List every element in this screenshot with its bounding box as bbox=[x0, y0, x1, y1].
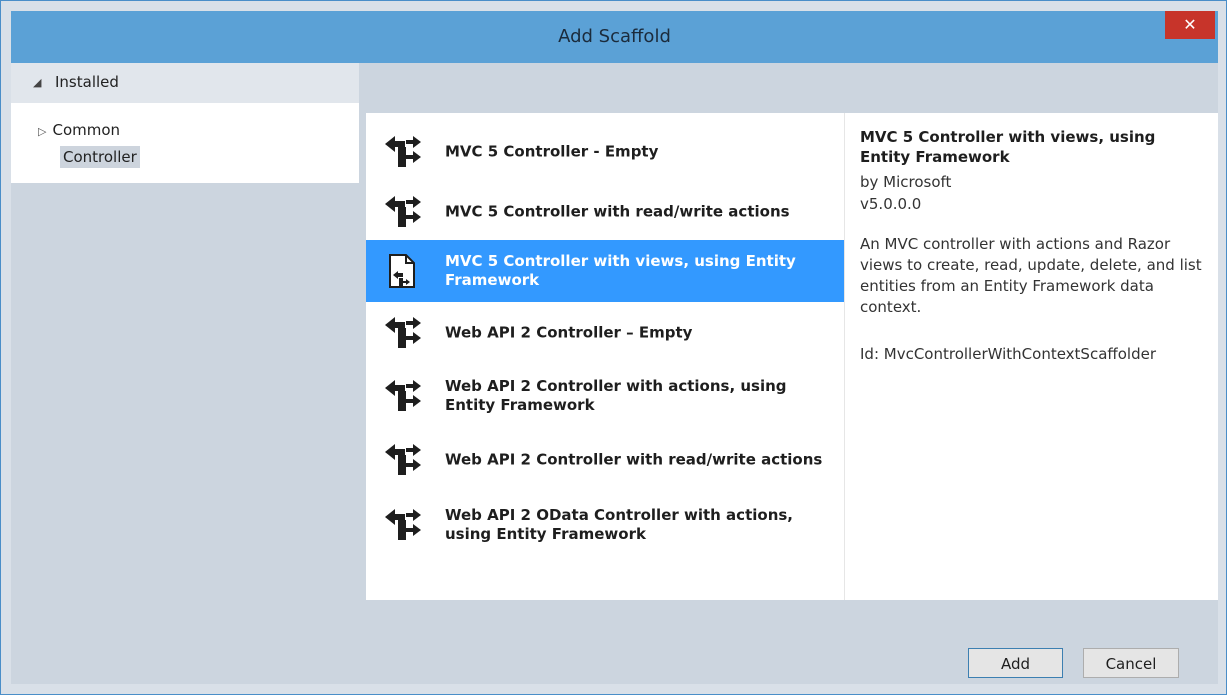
scaffold-item-mvc5-readwrite[interactable]: MVC 5 Controller with read/write actions bbox=[366, 184, 844, 240]
controller-icon bbox=[385, 136, 421, 167]
add-button[interactable]: Add bbox=[968, 648, 1063, 678]
scaffold-label: MVC 5 Controller with views, using Entit… bbox=[445, 252, 796, 289]
scaffold-item-webapi2-empty[interactable]: Web API 2 Controller – Empty bbox=[366, 302, 844, 364]
scaffold-item-webapi2-actions-ef[interactable]: Web API 2 Controller with actions, using… bbox=[366, 364, 844, 428]
details-author: by Microsoft bbox=[860, 173, 952, 191]
scaffold-item-webapi2-odata-ef[interactable]: Web API 2 OData Controller with actions,… bbox=[366, 492, 844, 558]
cancel-button[interactable]: Cancel bbox=[1083, 648, 1179, 678]
scaffold-item-mvc5-views-ef[interactable]: MVC 5 Controller with views, using Entit… bbox=[366, 240, 844, 302]
scaffold-label: Web API 2 Controller – Empty bbox=[445, 323, 693, 342]
details-version: v5.0.0.0 bbox=[860, 195, 922, 213]
controller-icon bbox=[385, 509, 421, 540]
category-tree: ◢ Installed ▷ Common Controller bbox=[11, 63, 359, 183]
tree-node-common[interactable]: ▷ Common bbox=[38, 121, 120, 139]
close-button[interactable]: ✕ bbox=[1165, 11, 1215, 39]
scaffold-label: MVC 5 Controller with read/write actions bbox=[445, 202, 790, 221]
scaffold-label: Web API 2 Controller with read/write act… bbox=[445, 450, 823, 469]
tree-label-installed: Installed bbox=[55, 73, 119, 91]
dialog-content: ◢ Installed ▷ Common Controller MVC 5 Con… bbox=[11, 63, 1218, 684]
details-id: Id: MvcControllerWithContextScaffolder bbox=[860, 345, 1156, 363]
dialog-title: Add Scaffold bbox=[558, 26, 671, 47]
scaffold-list: MVC 5 Controller - Empty MVC 5 Controlle… bbox=[366, 113, 844, 600]
scaffold-label: MVC 5 Controller - Empty bbox=[445, 142, 659, 161]
details-title: MVC 5 Controller with views, using Entit… bbox=[860, 128, 1156, 166]
controller-icon bbox=[385, 317, 421, 348]
controller-icon bbox=[385, 380, 421, 411]
add-scaffold-dialog: Add Scaffold ✕ ◢ Installed ▷ Common Contr… bbox=[0, 0, 1227, 695]
title-bar[interactable]: Add Scaffold ✕ bbox=[11, 11, 1218, 63]
close-icon: ✕ bbox=[1183, 15, 1197, 34]
expanded-triangle-icon[interactable]: ◢ bbox=[33, 76, 41, 89]
controller-icon bbox=[385, 444, 421, 475]
controller-views-icon bbox=[389, 254, 415, 288]
details-description: An MVC controller with actions and Razor… bbox=[860, 235, 1202, 316]
details-panel: MVC 5 Controller with views, using Entit… bbox=[844, 113, 1218, 600]
scaffold-label: Web API 2 Controller with actions, using… bbox=[445, 377, 787, 414]
collapsed-triangle-icon[interactable]: ▷ bbox=[38, 125, 46, 138]
scaffold-label: Web API 2 OData Controller with actions,… bbox=[445, 506, 793, 543]
tree-node-installed[interactable]: ◢ Installed bbox=[11, 63, 359, 103]
controller-icon bbox=[385, 196, 421, 227]
scaffold-item-webapi2-readwrite[interactable]: Web API 2 Controller with read/write act… bbox=[366, 428, 844, 492]
scaffold-item-mvc5-empty[interactable]: MVC 5 Controller - Empty bbox=[366, 120, 844, 184]
tree-label-common: Common bbox=[52, 121, 121, 139]
tree-node-controller[interactable]: Controller bbox=[60, 146, 140, 168]
